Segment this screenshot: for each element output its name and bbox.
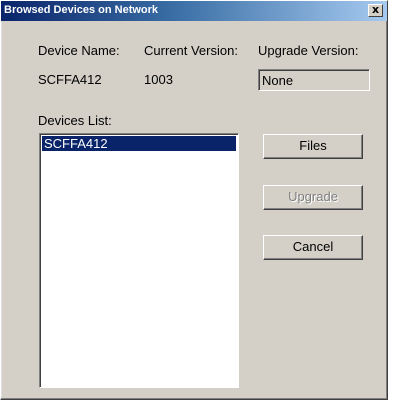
current-version-label: Current Version: [144,43,238,58]
devices-listbox[interactable]: SCFFA412 [39,133,239,388]
files-button[interactable]: Files [263,134,363,159]
list-item[interactable]: SCFFA412 [42,136,236,151]
browsed-devices-dialog: Browsed Devices on Network x Device Name… [0,0,388,400]
upgrade-version-field: None [258,69,370,91]
cancel-button[interactable]: Cancel [263,235,363,260]
devices-list-label: Devices List: [38,113,112,128]
title-bar[interactable]: Browsed Devices on Network x [1,1,387,21]
device-name-label: Device Name: [38,43,120,58]
upgrade-button[interactable]: Upgrade [263,185,363,210]
window-title: Browsed Devices on Network [4,4,159,16]
upgrade-version-label: Upgrade Version: [258,43,359,58]
close-icon: x [371,3,380,16]
device-name-value: SCFFA412 [38,72,102,87]
close-button[interactable]: x [368,4,383,17]
current-version-value: 1003 [144,72,173,87]
